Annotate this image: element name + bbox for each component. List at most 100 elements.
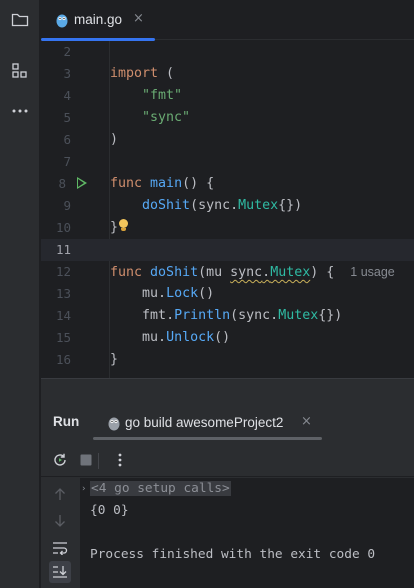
line-number: 2 <box>63 44 71 59</box>
expand-arrow-icon[interactable]: › <box>82 484 86 494</box>
console-line: {0 0} <box>90 503 129 518</box>
line-number: 14 <box>55 308 71 323</box>
keyword: import <box>110 66 159 81</box>
code-line: 7 <box>41 151 414 173</box>
line-number: 7 <box>63 154 71 169</box>
line-number: 5 <box>63 110 71 125</box>
code-line: 6 ) <box>41 129 414 151</box>
function-name: main <box>150 176 183 191</box>
keyword: func <box>110 176 143 191</box>
receiver: mu <box>142 286 159 301</box>
punct: ( <box>158 66 175 81</box>
stop-icon[interactable] <box>75 449 97 471</box>
code-text: "fmt" <box>110 85 182 107</box>
run-config-label: go build awesomeProject2 <box>125 415 284 430</box>
scroll-to-end-icon[interactable] <box>49 561 71 583</box>
toolbar-separator <box>98 453 99 469</box>
rerun-icon[interactable] <box>49 449 71 471</box>
line-number: 9 <box>63 198 71 213</box>
run-panel-title: Run <box>53 414 80 429</box>
more-tools-icon[interactable] <box>8 99 32 123</box>
code-editor[interactable]: 2 3 import ( 4 "fmt" 5 "sync" 6 ) 7 8 fu… <box>41 41 414 378</box>
punct: ) { <box>310 265 335 280</box>
line-number: 10 <box>55 220 71 235</box>
folded-setup-calls[interactable]: <4 go setup calls> <box>90 481 231 496</box>
keyword: func <box>110 265 143 280</box>
line-number: 13 <box>55 286 71 301</box>
line-number: 11 <box>55 242 71 257</box>
more-options-icon[interactable] <box>109 449 131 471</box>
editor-tab-bar: main.go × <box>41 0 414 41</box>
package-name: sync <box>230 265 263 280</box>
scroll-up-icon[interactable] <box>49 483 71 505</box>
gopher-file-icon <box>55 12 69 28</box>
scroll-down-icon[interactable] <box>49 510 71 532</box>
tab-label: main.go <box>74 12 123 27</box>
function-call: Unlock <box>166 330 215 345</box>
tool-window-strip <box>0 0 40 588</box>
package-name: sync <box>198 198 231 213</box>
punct: {}) <box>278 198 303 213</box>
code-text: "sync" <box>110 107 190 129</box>
run-config-tab[interactable]: go build awesomeProject2 × <box>93 403 324 442</box>
structure-icon[interactable] <box>8 59 32 83</box>
code-line: 10 } <box>41 217 414 239</box>
function-call: Println <box>174 308 231 323</box>
line-number: 16 <box>55 352 71 367</box>
code-text: ) <box>110 132 119 147</box>
console-output[interactable]: › <4 go setup calls> {0 0} Process finis… <box>80 478 414 588</box>
code-text: mu.Unlock() <box>142 330 231 345</box>
code-line-current: 11 <box>41 239 414 261</box>
line-number: 8 <box>58 176 66 191</box>
receiver: mu <box>142 330 159 345</box>
close-run-tab-icon[interactable]: × <box>301 414 312 429</box>
code-line: 12 func doShit(mu sync.Mutex) { 1 usage <box>41 261 414 283</box>
line-number: 15 <box>55 330 71 345</box>
code-line: 4 "fmt" <box>41 85 414 107</box>
console-line: Process finished with the exit code 0 <box>90 547 376 562</box>
intention-bulb-icon[interactable] <box>119 219 129 231</box>
run-tool-window: Run go build awesomeProject2 × › <4 go s… <box>41 378 414 588</box>
active-run-tab-indicator <box>93 437 322 440</box>
function-call: doShit <box>142 198 191 213</box>
line-number: 6 <box>63 132 71 147</box>
punct: {}) <box>318 308 343 323</box>
line-number: 3 <box>63 66 71 81</box>
code-text: doShit(sync.Mutex{}) <box>142 198 303 213</box>
run-toolbar <box>41 445 414 477</box>
brace: } <box>110 220 119 235</box>
code-line: 14 fmt.Println(sync.Mutex{}) <box>41 305 414 327</box>
function-call: Lock <box>166 286 199 301</box>
string-literal: "sync" <box>142 110 191 125</box>
soft-wrap-icon[interactable] <box>49 537 71 559</box>
code-line: 13 mu.Lock() <box>41 283 414 305</box>
code-line: 9 doShit(sync.Mutex{}) <box>41 195 414 217</box>
code-text: func doShit(mu sync.Mutex) { 1 usage <box>110 265 395 280</box>
code-line: 15 mu.Unlock() <box>41 327 414 349</box>
receiver: fmt <box>142 308 167 323</box>
code-line: 5 "sync" <box>41 107 414 129</box>
code-text: func main() { <box>110 173 214 195</box>
code-text: import ( <box>110 63 174 85</box>
code-text: mu.Lock() <box>142 286 215 301</box>
project-folder-icon[interactable] <box>8 8 32 32</box>
line-number: 12 <box>55 264 71 279</box>
code-text: } <box>110 217 129 239</box>
close-tab-icon[interactable]: × <box>133 11 144 26</box>
console-side-toolbar <box>41 478 80 588</box>
tab-main-go[interactable]: main.go × <box>41 0 155 41</box>
type-name: Mutex <box>278 308 319 323</box>
punct: () <box>214 330 231 345</box>
run-main-icon[interactable] <box>77 177 87 189</box>
code-line: 2 <box>41 41 414 63</box>
function-name: doShit <box>150 265 199 280</box>
usage-hint[interactable]: 1 usage <box>350 265 394 279</box>
code-text: } <box>110 352 119 367</box>
string-literal: "fmt" <box>142 88 183 103</box>
package-name: sync <box>238 308 271 323</box>
console-line: <4 go setup calls> <box>90 478 231 500</box>
code-line: 3 import ( <box>41 63 414 85</box>
type-name: Mutex <box>238 198 279 213</box>
punct: () { <box>182 176 215 191</box>
code-line: 16 } <box>41 349 414 371</box>
